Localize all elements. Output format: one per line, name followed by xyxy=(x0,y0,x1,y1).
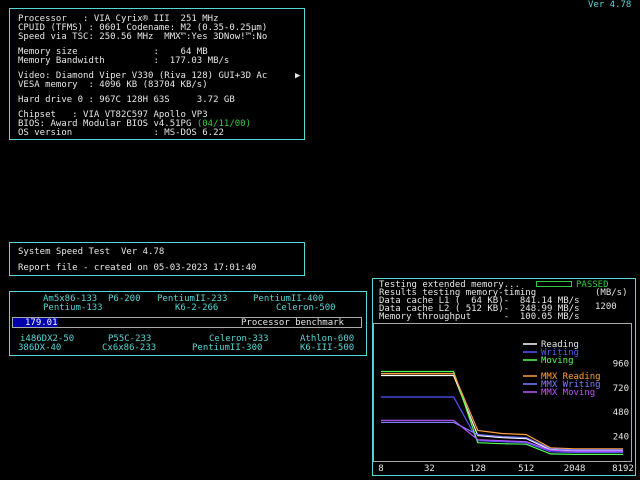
vesa-line: VESA memory : 4096 KB (83704 KB/s) xyxy=(18,80,208,90)
x-tick-label: 32 xyxy=(424,464,435,473)
legend-label: MMX Moving xyxy=(541,388,595,398)
speed-test-panel: System Speed Test Ver 4.78 Report file -… xyxy=(9,242,305,276)
memtest-row-throughput: Memory throughput - 100.05 MB/s xyxy=(379,312,580,322)
series-line-mmx-writing xyxy=(381,421,623,451)
benchmark-label: Processor benchmark xyxy=(241,318,344,328)
series-line-mmx-moving xyxy=(381,419,623,452)
speed-line: Speed via TSC: 250.56 MHz MMX™:Yes 3DNow… xyxy=(18,32,268,42)
y-tick-label: 720 xyxy=(613,384,629,394)
hard-drive-line: Hard drive 0 : 967C 128H 63S 3.72 GB xyxy=(18,95,235,105)
y-tick-label: 480 xyxy=(613,408,629,418)
benchmark-value: 179.01 xyxy=(25,318,58,328)
x-tick-label: 512 xyxy=(518,464,534,473)
ref-cx6x86-233: Cx6x86-233 xyxy=(102,343,157,353)
report-file-line: Report file - created on 05-03-2023 17:0… xyxy=(18,263,257,273)
progress-bar-icon xyxy=(536,281,572,287)
version-label: Ver 4.78 xyxy=(588,0,632,10)
x-tick-label: 128 xyxy=(470,464,486,473)
memory-chart: 960720480240ReadingWritingMovingMMX Read… xyxy=(373,323,634,473)
memtest-unit: (MB/s) xyxy=(595,288,628,298)
benchmark-bar: 179.01 Processor benchmark xyxy=(12,317,362,328)
system-info-panel: Processor : VIA Cyrix® III 251 MHz CPUID… xyxy=(9,8,305,140)
ref-celeron-500: Celeron-500 xyxy=(276,303,336,313)
x-tick-label: 2048 xyxy=(564,464,586,473)
ref-p6-200: P6-200 xyxy=(108,294,141,304)
legend-label: Moving xyxy=(541,356,574,366)
ref-pentium-133: Pentium-133 xyxy=(43,303,103,313)
memory-bandwidth-line: Memory Bandwidth : 177.03 MB/s xyxy=(18,56,230,66)
arrow-right-icon: ▶ xyxy=(295,71,301,81)
ref-pentiumii-300: PentiumII-300 xyxy=(192,343,263,353)
ref-386dx-40: 386DX-40 xyxy=(18,343,62,353)
memory-test-panel: Testing extended memory... PASSED Result… xyxy=(372,278,636,476)
benchmark-panel: Am5x86-133 P6-200 PentiumII-233 PentiumI… xyxy=(9,291,367,356)
os-line: OS version : MS-DOS 6.22 xyxy=(18,128,224,138)
x-tick-label: 8 xyxy=(378,464,383,473)
speed-test-title: System Speed Test Ver 4.78 xyxy=(18,247,165,257)
y-tick-label: 960 xyxy=(613,359,629,369)
ref-k6-iii-500: K6-III-500 xyxy=(300,343,355,353)
y-tick-1200: 1200 xyxy=(595,302,617,312)
ref-k6-2-266: K6-2-266 xyxy=(175,303,219,313)
x-tick-label: 8192 xyxy=(612,464,634,473)
y-tick-label: 240 xyxy=(613,433,629,443)
